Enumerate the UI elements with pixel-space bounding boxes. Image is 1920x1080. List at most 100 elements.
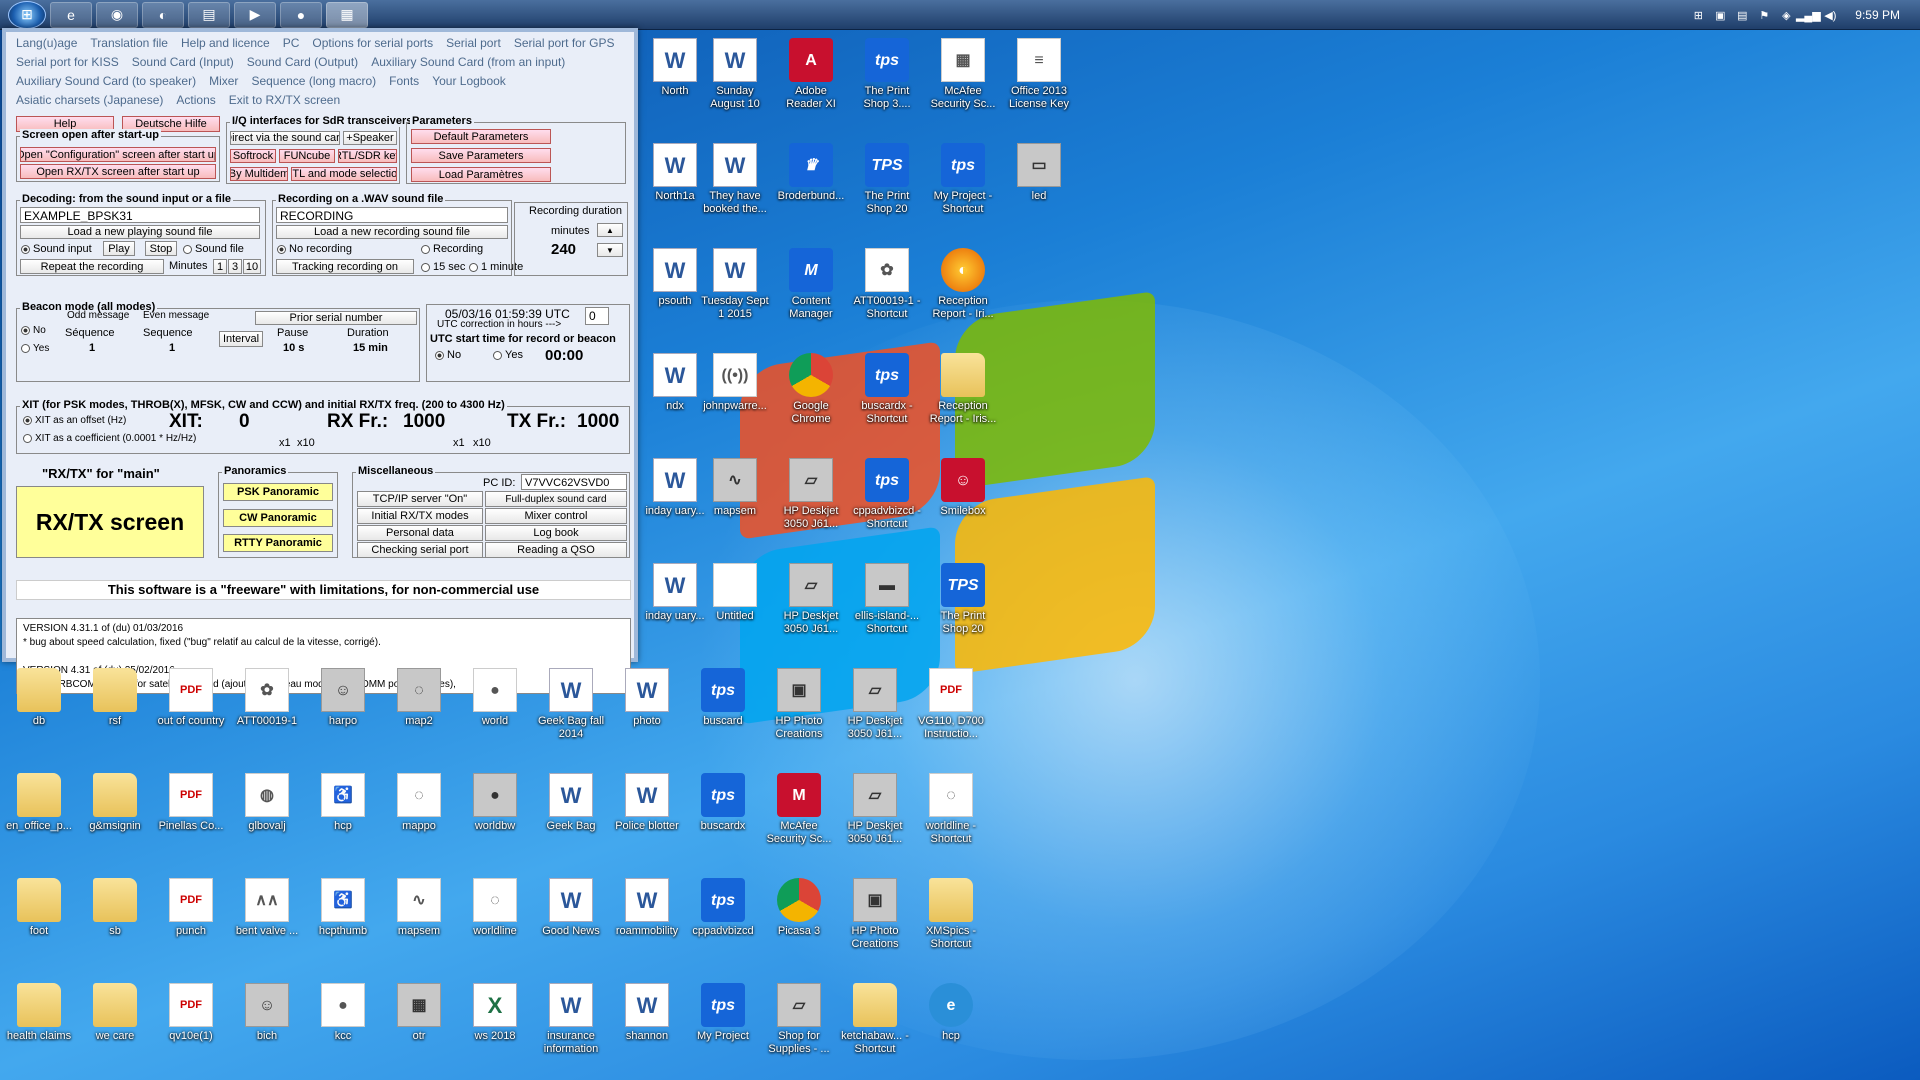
- firefox-icon[interactable]: ◐: [142, 1, 184, 28]
- menu-item[interactable]: Your Logbook: [432, 74, 506, 88]
- desktop-icon[interactable]: ∧∧ bent valve ...: [232, 878, 302, 938]
- flag-icon[interactable]: ⚑: [1757, 8, 1771, 22]
- desktop-icon[interactable]: ▱ Shop for Supplies - ...: [764, 983, 834, 1056]
- desktop-icon[interactable]: W Good News: [536, 878, 606, 938]
- desktop-icon[interactable]: ((•)) johnpwarre...: [700, 353, 770, 413]
- beacon-no-radio[interactable]: No: [21, 325, 46, 336]
- desktop-icon[interactable]: ◐ Reception Report - Iri...: [928, 248, 998, 321]
- rtl-sdr-button[interactable]: RTL/SDR key: [338, 149, 397, 163]
- no-recording-radio[interactable]: No recording: [277, 243, 352, 255]
- playing-file-field[interactable]: EXAMPLE_BPSK31: [20, 207, 260, 223]
- beacon-yes-radio[interactable]: Yes: [21, 343, 49, 354]
- desktop-icon[interactable]: Untitled: [700, 563, 770, 623]
- disc-icon[interactable]: ●: [280, 1, 322, 28]
- desktop-icon[interactable]: ◌ worldline: [460, 878, 530, 938]
- multidem-button[interactable]: By Multidem: [230, 167, 288, 181]
- full-duplex-button[interactable]: Full-duplex sound card: [485, 491, 627, 507]
- duration-down-button[interactable]: ▼: [597, 243, 623, 257]
- menu-item[interactable]: Auxiliary Sound Card (to speaker): [16, 74, 196, 88]
- open-rxtx-button[interactable]: Open RX/TX screen after start up: [20, 164, 216, 179]
- utc-yes-radio[interactable]: Yes: [493, 349, 523, 361]
- personal-data-button[interactable]: Personal data: [357, 525, 483, 541]
- network-icon[interactable]: ▤: [1735, 8, 1749, 22]
- desktop-icon[interactable]: W Geek Bag: [536, 773, 606, 833]
- desktop-icon[interactable]: tps My Project: [688, 983, 758, 1043]
- sound-file-radio[interactable]: Sound file: [183, 243, 244, 255]
- desktop-icon[interactable]: Xws 2018: [460, 983, 530, 1043]
- desktop-icon[interactable]: Google Chrome: [776, 353, 846, 426]
- desktop-icon[interactable]: ● kcc: [308, 983, 378, 1043]
- desktop-icon[interactable]: ▱ HP Deskjet 3050 J61...: [776, 563, 846, 636]
- desktop-icon[interactable]: Wshannon: [612, 983, 682, 1043]
- desktop-icon[interactable]: g&msignin: [80, 773, 150, 833]
- menu-item[interactable]: Fonts: [389, 74, 419, 88]
- recording-file-field[interactable]: RECORDING: [276, 207, 508, 223]
- psk-panoramic-button[interactable]: PSK Panoramic: [223, 483, 333, 501]
- menu-item[interactable]: Options for serial ports: [312, 36, 433, 50]
- save-parameters-button[interactable]: Save Parameters: [411, 148, 551, 163]
- desktop-icon[interactable]: ◌ worldline - Shortcut: [916, 773, 986, 846]
- menu-item[interactable]: Actions: [176, 93, 215, 107]
- desktop-icon[interactable]: sb: [80, 878, 150, 938]
- desktop-icon[interactable]: tps The Print Shop 3....: [852, 38, 922, 111]
- speaker-button[interactable]: +Speaker: [343, 131, 397, 145]
- load-recording-file-button[interactable]: Load a new recording sound file: [276, 225, 508, 239]
- desktop-icon[interactable]: M McAfee Security Sc...: [764, 773, 834, 846]
- desktop-icon[interactable]: ∿ mapsem: [700, 458, 770, 518]
- desktop-icon[interactable]: ◌ mappo: [384, 773, 454, 833]
- windows-flag-icon[interactable]: ⊞: [1691, 8, 1705, 22]
- desktop-icon[interactable]: TPS The Print Shop 20: [928, 563, 998, 636]
- menu-item[interactable]: Help and licence: [181, 36, 270, 50]
- minutes-3-button[interactable]: 3: [228, 259, 242, 274]
- desktop-icon[interactable]: ▬ ellis-island-... Shortcut: [852, 563, 922, 636]
- sound-input-radio[interactable]: Sound input: [21, 243, 92, 255]
- multipsk-icon[interactable]: ▦: [326, 1, 368, 28]
- xit-coefficient-radio[interactable]: XIT as a coefficient (0.0001 * Hz/Hz): [23, 433, 196, 444]
- repeat-recording-button[interactable]: Repeat the recording: [20, 259, 164, 274]
- desktop-icon[interactable]: ☺ bich: [232, 983, 302, 1043]
- desktop-icon[interactable]: ▣ HP Photo Creations: [840, 878, 910, 951]
- rtty-panoramic-button[interactable]: RTTY Panoramic: [223, 534, 333, 552]
- start-button[interactable]: ⊞: [8, 0, 46, 29]
- utc-no-radio[interactable]: No: [435, 349, 461, 361]
- reading-qso-button[interactable]: Reading a QSO: [485, 542, 627, 558]
- desktop-icon[interactable]: PDF VG110, D700 Instructio...: [916, 668, 986, 741]
- desktop-icon[interactable]: ✿ ATT00019-1: [232, 668, 302, 728]
- menu-item[interactable]: Exit to RX/TX screen: [229, 93, 340, 107]
- softrock-button[interactable]: Softrock: [230, 149, 276, 163]
- desktop-icon[interactable]: tps My Project - Shortcut: [928, 143, 998, 216]
- desktop-icon[interactable]: tps buscardx - Shortcut: [852, 353, 922, 426]
- load-parameters-button[interactable]: Load Paramètres: [411, 167, 551, 182]
- initial-modes-button[interactable]: Initial RX/TX modes: [357, 508, 483, 524]
- default-parameters-button[interactable]: Default Parameters: [411, 129, 551, 144]
- menu-item[interactable]: PC: [283, 36, 300, 50]
- desktop-icon[interactable]: W Police blotter: [612, 773, 682, 833]
- desktop-icon[interactable]: M Content Manager: [776, 248, 846, 321]
- mixer-control-button[interactable]: Mixer control: [485, 508, 627, 524]
- desktop-icon[interactable]: tps buscardx: [688, 773, 758, 833]
- desktop-icon[interactable]: Winsurance information: [536, 983, 606, 1056]
- duration-up-button[interactable]: ▲: [597, 223, 623, 237]
- desktop-icon[interactable]: tps cppadvbizcd - Shortcut: [852, 458, 922, 531]
- desktop-icon[interactable]: Reception Report - Iris...: [928, 353, 998, 426]
- menu-item[interactable]: Mixer: [209, 74, 238, 88]
- desktop-icon[interactable]: we care: [80, 983, 150, 1043]
- menu-item[interactable]: Translation file: [90, 36, 168, 50]
- menu-item[interactable]: Serial port for GPS: [514, 36, 615, 50]
- volume-icon[interactable]: ◀): [1823, 8, 1837, 22]
- desktop-icon[interactable]: ▦ McAfee Security Sc...: [928, 38, 998, 111]
- recording-radio[interactable]: Recording: [421, 243, 483, 255]
- chrome-icon[interactable]: ◉: [96, 1, 138, 28]
- desktop-icon[interactable]: ♛ Broderbund...: [776, 143, 846, 203]
- desktop-icon[interactable]: ♿ hcp: [308, 773, 378, 833]
- play-button[interactable]: Play: [103, 241, 135, 256]
- interval-button[interactable]: Interval: [219, 331, 263, 347]
- desktop-icon[interactable]: foot: [4, 878, 74, 938]
- open-config-button[interactable]: Open "Configuration" screen after start …: [20, 147, 216, 162]
- action-center-icon[interactable]: ▣: [1713, 8, 1727, 22]
- desktop-icon[interactable]: en_office_p...: [4, 773, 74, 833]
- desktop-icon[interactable]: ≡ Office 2013 License Key: [1004, 38, 1074, 111]
- ie-icon[interactable]: e: [50, 1, 92, 28]
- cw-panoramic-button[interactable]: CW Panoramic: [223, 509, 333, 527]
- desktop-icon[interactable]: ◌ map2: [384, 668, 454, 728]
